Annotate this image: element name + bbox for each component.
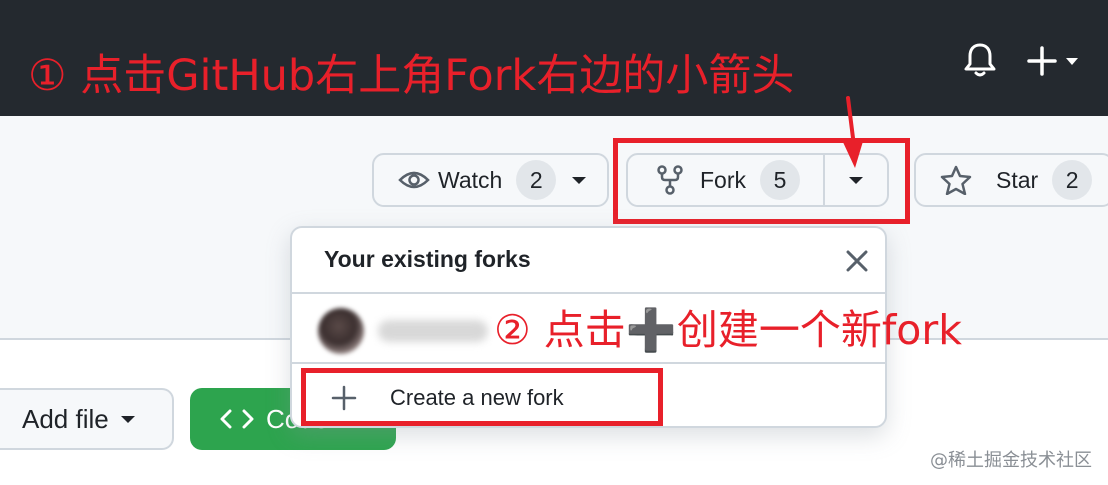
avatar (318, 308, 364, 354)
watch-label: Watch (438, 166, 503, 193)
create-fork-highlight-box (301, 368, 663, 426)
eye-icon (398, 171, 430, 189)
star-label: Star (996, 166, 1039, 193)
annotation-step1: ① 点击GitHub右上角Fork右边的小箭头 (28, 51, 795, 101)
chevron-down-icon[interactable] (572, 176, 587, 184)
star-count: 2 (1052, 160, 1093, 200)
close-icon[interactable] (842, 246, 872, 276)
existing-fork-item[interactable] (378, 320, 488, 342)
create-new-menu[interactable] (1026, 40, 1086, 80)
watermark: @稀土掘金技术社区 (930, 450, 1092, 471)
divider (292, 362, 885, 364)
chevron-down-icon (120, 415, 135, 423)
annotation-arrow (842, 96, 864, 168)
chevron-down-icon (1066, 58, 1078, 65)
add-file-button[interactable]: Add file (0, 388, 174, 450)
plus-icon (1027, 46, 1078, 76)
add-file-label: Add file (22, 403, 109, 434)
annotation-step2: ② 点击➕创建一个新fork (494, 306, 962, 354)
star-icon (940, 165, 972, 195)
divider (292, 292, 885, 294)
bell-icon[interactable] (960, 40, 1000, 80)
code-icon (220, 409, 254, 429)
star-button[interactable]: Star 2 (914, 153, 1108, 207)
watch-count: 2 (516, 160, 557, 200)
watch-button[interactable]: Watch 2 (372, 153, 609, 207)
popup-title: Your existing forks (324, 246, 531, 272)
